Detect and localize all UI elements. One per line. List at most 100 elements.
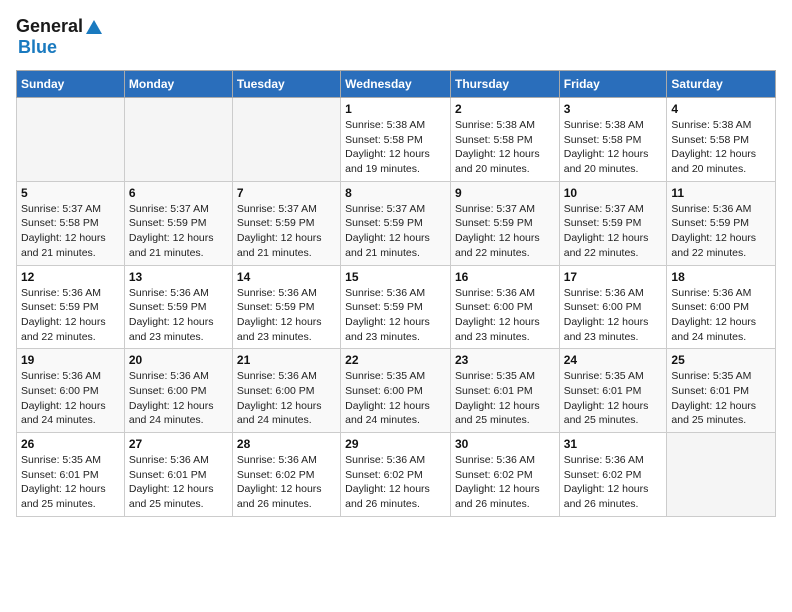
calendar-day-header: Sunday <box>17 71 125 98</box>
day-number: 2 <box>455 102 555 116</box>
day-info: Sunrise: 5:38 AMSunset: 5:58 PMDaylight:… <box>345 118 446 177</box>
calendar-table: SundayMondayTuesdayWednesdayThursdayFrid… <box>16 70 776 517</box>
calendar-cell: 23 Sunrise: 5:35 AMSunset: 6:01 PMDayligh… <box>450 349 559 433</box>
day-info: Sunrise: 5:36 AMSunset: 6:02 PMDaylight:… <box>564 453 663 512</box>
day-info: Sunrise: 5:37 AMSunset: 5:59 PMDaylight:… <box>129 202 228 261</box>
day-info: Sunrise: 5:35 AMSunset: 6:01 PMDaylight:… <box>671 369 771 428</box>
day-number: 19 <box>21 353 120 367</box>
day-info: Sunrise: 5:35 AMSunset: 6:00 PMDaylight:… <box>345 369 446 428</box>
day-info: Sunrise: 5:37 AMSunset: 5:59 PMDaylight:… <box>564 202 663 261</box>
day-number: 9 <box>455 186 555 200</box>
calendar-cell: 24 Sunrise: 5:35 AMSunset: 6:01 PMDayligh… <box>559 349 667 433</box>
day-info: Sunrise: 5:38 AMSunset: 5:58 PMDaylight:… <box>564 118 663 177</box>
day-info: Sunrise: 5:37 AMSunset: 5:58 PMDaylight:… <box>21 202 120 261</box>
calendar-cell: 15Sunrise: 5:36 AMSunset: 5:59 PMDayligh… <box>341 265 451 349</box>
calendar-day-header: Friday <box>559 71 667 98</box>
calendar-cell: 16Sunrise: 5:36 AMSunset: 6:00 PMDayligh… <box>450 265 559 349</box>
day-info: Sunrise: 5:36 AMSunset: 6:00 PMDaylight:… <box>455 286 555 345</box>
day-number: 23 <box>455 353 555 367</box>
calendar-cell: 3 Sunrise: 5:38 AMSunset: 5:58 PMDaylight… <box>559 98 667 182</box>
page-header: General Blue <box>16 16 776 58</box>
day-number: 27 <box>129 437 228 451</box>
day-info: Sunrise: 5:35 AMSunset: 6:01 PMDaylight:… <box>564 369 663 428</box>
day-number: 6 <box>129 186 228 200</box>
calendar-cell: 22 Sunrise: 5:35 AMSunset: 6:00 PMDayligh… <box>341 349 451 433</box>
day-number: 4 <box>671 102 771 116</box>
day-info: Sunrise: 5:36 AMSunset: 6:02 PMDaylight:… <box>455 453 555 512</box>
calendar-week-row: 5Sunrise: 5:37 AMSunset: 5:58 PMDaylight… <box>17 181 776 265</box>
day-number: 14 <box>237 270 336 284</box>
calendar-day-header: Tuesday <box>232 71 340 98</box>
day-number: 7 <box>237 186 336 200</box>
day-number: 11 <box>671 186 771 200</box>
day-number: 30 <box>455 437 555 451</box>
calendar-cell <box>17 98 125 182</box>
calendar-cell: 30 Sunrise: 5:36 AMSunset: 6:02 PMDayligh… <box>450 433 559 517</box>
logo-general-text: General <box>16 16 83 37</box>
calendar-cell: 2 Sunrise: 5:38 AMSunset: 5:58 PMDaylight… <box>450 98 559 182</box>
day-info: Sunrise: 5:36 AMSunset: 6:00 PMDaylight:… <box>129 369 228 428</box>
calendar-header-row: SundayMondayTuesdayWednesdayThursdayFrid… <box>17 71 776 98</box>
day-number: 28 <box>237 437 336 451</box>
day-info: Sunrise: 5:36 AMSunset: 5:59 PMDaylight:… <box>345 286 446 345</box>
calendar-cell: 12 Sunrise: 5:36 AMSunset: 5:59 PMDayligh… <box>17 265 125 349</box>
day-number: 18 <box>671 270 771 284</box>
calendar-day-header: Saturday <box>667 71 776 98</box>
day-info: Sunrise: 5:36 AMSunset: 6:00 PMDaylight:… <box>21 369 120 428</box>
day-number: 17 <box>564 270 663 284</box>
day-number: 31 <box>564 437 663 451</box>
day-info: Sunrise: 5:36 AMSunset: 6:00 PMDaylight:… <box>237 369 336 428</box>
day-info: Sunrise: 5:36 AMSunset: 6:02 PMDaylight:… <box>237 453 336 512</box>
calendar-cell: 19 Sunrise: 5:36 AMSunset: 6:00 PMDayligh… <box>17 349 125 433</box>
day-info: Sunrise: 5:38 AMSunset: 5:58 PMDaylight:… <box>455 118 555 177</box>
calendar-cell: 6 Sunrise: 5:37 AMSunset: 5:59 PMDaylight… <box>124 181 232 265</box>
day-info: Sunrise: 5:36 AMSunset: 6:00 PMDaylight:… <box>671 286 771 345</box>
day-info: Sunrise: 5:36 AMSunset: 6:01 PMDaylight:… <box>129 453 228 512</box>
calendar-cell: 31 Sunrise: 5:36 AMSunset: 6:02 PMDayligh… <box>559 433 667 517</box>
calendar-cell: 25Sunrise: 5:35 AMSunset: 6:01 PMDayligh… <box>667 349 776 433</box>
day-info: Sunrise: 5:36 AMSunset: 5:59 PMDaylight:… <box>21 286 120 345</box>
calendar-cell <box>232 98 340 182</box>
calendar-day-header: Thursday <box>450 71 559 98</box>
day-number: 29 <box>345 437 446 451</box>
day-number: 22 <box>345 353 446 367</box>
calendar-cell: 20 Sunrise: 5:36 AMSunset: 6:00 PMDayligh… <box>124 349 232 433</box>
calendar-cell: 14 Sunrise: 5:36 AMSunset: 5:59 PMDayligh… <box>232 265 340 349</box>
calendar-day-header: Monday <box>124 71 232 98</box>
calendar-week-row: 1 Sunrise: 5:38 AMSunset: 5:58 PMDaylight… <box>17 98 776 182</box>
calendar-cell: 4 Sunrise: 5:38 AMSunset: 5:58 PMDaylight… <box>667 98 776 182</box>
day-info: Sunrise: 5:36 AMSunset: 5:59 PMDaylight:… <box>237 286 336 345</box>
day-info: Sunrise: 5:35 AMSunset: 6:01 PMDaylight:… <box>21 453 120 512</box>
day-info: Sunrise: 5:35 AMSunset: 6:01 PMDaylight:… <box>455 369 555 428</box>
calendar-cell: 26Sunrise: 5:35 AMSunset: 6:01 PMDayligh… <box>17 433 125 517</box>
day-number: 12 <box>21 270 120 284</box>
logo-blue-text: Blue <box>18 37 57 58</box>
calendar-week-row: 26Sunrise: 5:35 AMSunset: 6:01 PMDayligh… <box>17 433 776 517</box>
day-number: 13 <box>129 270 228 284</box>
day-number: 10 <box>564 186 663 200</box>
day-number: 8 <box>345 186 446 200</box>
day-info: Sunrise: 5:36 AMSunset: 6:00 PMDaylight:… <box>564 286 663 345</box>
logo-icon <box>85 18 103 36</box>
day-number: 1 <box>345 102 446 116</box>
calendar-cell: 13 Sunrise: 5:36 AMSunset: 5:59 PMDayligh… <box>124 265 232 349</box>
calendar-cell: 21Sunrise: 5:36 AMSunset: 6:00 PMDayligh… <box>232 349 340 433</box>
calendar-cell: 17 Sunrise: 5:36 AMSunset: 6:00 PMDayligh… <box>559 265 667 349</box>
day-number: 3 <box>564 102 663 116</box>
day-info: Sunrise: 5:38 AMSunset: 5:58 PMDaylight:… <box>671 118 771 177</box>
calendar-cell: 27 Sunrise: 5:36 AMSunset: 6:01 PMDayligh… <box>124 433 232 517</box>
day-number: 20 <box>129 353 228 367</box>
day-info: Sunrise: 5:37 AMSunset: 5:59 PMDaylight:… <box>237 202 336 261</box>
day-info: Sunrise: 5:37 AMSunset: 5:59 PMDaylight:… <box>455 202 555 261</box>
logo: General Blue <box>16 16 103 58</box>
calendar-cell <box>667 433 776 517</box>
calendar-cell: 28 Sunrise: 5:36 AMSunset: 6:02 PMDayligh… <box>232 433 340 517</box>
calendar-day-header: Wednesday <box>341 71 451 98</box>
day-info: Sunrise: 5:37 AMSunset: 5:59 PMDaylight:… <box>345 202 446 261</box>
day-info: Sunrise: 5:36 AMSunset: 5:59 PMDaylight:… <box>129 286 228 345</box>
calendar-week-row: 19 Sunrise: 5:36 AMSunset: 6:00 PMDayligh… <box>17 349 776 433</box>
calendar-cell: 7 Sunrise: 5:37 AMSunset: 5:59 PMDaylight… <box>232 181 340 265</box>
calendar-cell: 9 Sunrise: 5:37 AMSunset: 5:59 PMDaylight… <box>450 181 559 265</box>
calendar-week-row: 12 Sunrise: 5:36 AMSunset: 5:59 PMDayligh… <box>17 265 776 349</box>
day-number: 24 <box>564 353 663 367</box>
